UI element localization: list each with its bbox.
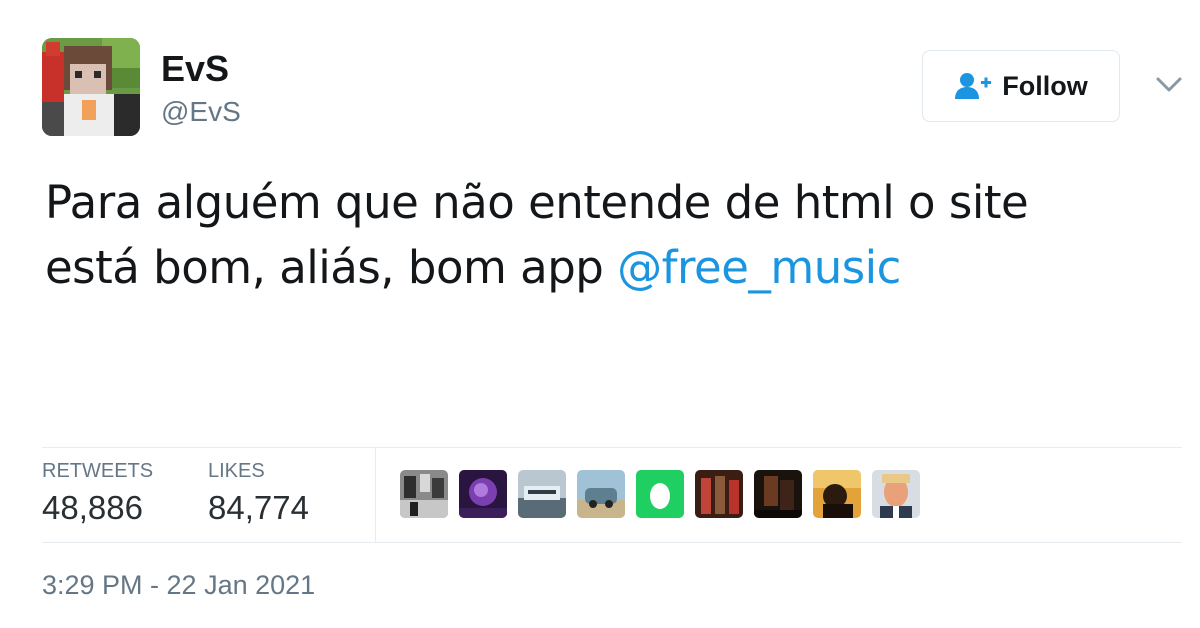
liker-avatar-3-icon[interactable]	[518, 470, 566, 518]
retweets-label: RETWEETS	[42, 460, 154, 482]
stats-top-divider	[42, 447, 1182, 448]
mention-link[interactable]: @free_music	[617, 241, 901, 294]
liker-avatar-1-icon[interactable]	[400, 470, 448, 518]
retweets-count: 48,886	[42, 489, 143, 526]
follow-button-label: Follow	[1002, 70, 1088, 101]
likers-avatar-list	[400, 470, 920, 518]
user-avatar[interactable]	[42, 38, 140, 136]
liker-avatar-7-icon[interactable]	[754, 470, 802, 518]
minecraft-avatar-icon	[42, 38, 140, 136]
likes-label: LIKES	[208, 460, 265, 482]
user-display-name[interactable]: EvS	[161, 48, 229, 90]
liker-avatar-6-icon[interactable]	[695, 470, 743, 518]
likes-count: 84,774	[208, 489, 309, 526]
liker-avatar-2-icon[interactable]	[459, 470, 507, 518]
liker-avatar-5-egg-icon[interactable]	[636, 470, 684, 518]
liker-avatar-8-icon[interactable]	[813, 470, 861, 518]
liker-avatar-4-icon[interactable]	[577, 470, 625, 518]
follow-button[interactable]: Follow	[922, 50, 1120, 122]
user-handle[interactable]: @EvS	[161, 96, 241, 128]
tweet-text-line-2: está bom, aliás, bom app @free_music	[45, 235, 1145, 300]
stats-bottom-divider	[42, 542, 1182, 543]
tweet-timestamp[interactable]: 3:29 PM - 22 Jan 2021	[42, 570, 315, 601]
tweet-text-line-2-body: está bom, aliás, bom app	[45, 241, 618, 294]
likes-stat[interactable]: LIKES 84,774	[208, 460, 309, 527]
liker-avatar-9-icon[interactable]	[872, 470, 920, 518]
retweets-stat[interactable]: RETWEETS 48,886	[42, 460, 153, 527]
tweet-text-line-1: Para alguém que não entende de html o si…	[45, 176, 1029, 229]
tweet-text: Para alguém que não entende de html o si…	[45, 170, 1145, 300]
chevron-down-icon[interactable]	[1152, 70, 1186, 100]
add-user-icon	[955, 73, 992, 99]
stats-vertical-divider	[375, 448, 376, 542]
